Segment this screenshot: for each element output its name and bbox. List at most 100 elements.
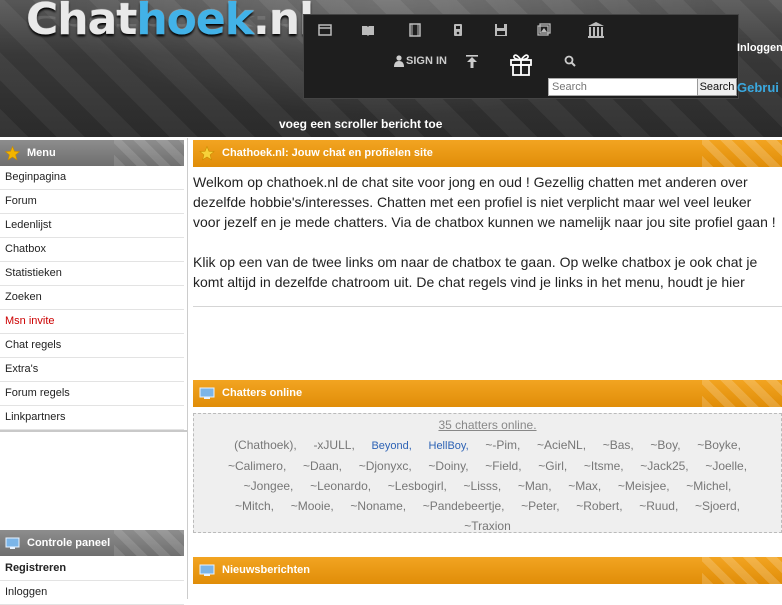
header-pattern [114,530,184,556]
chatter-list: (Chathoek), -xJULL, Beyond, HellBoy, ~-P… [194,435,781,536]
monitor-icon [5,537,20,549]
menu-divider [0,430,187,432]
site-logo[interactable]: Chathoek.nl [26,0,314,45]
upload-icon[interactable] [466,55,478,68]
chatter-link[interactable]: ~Traxion [464,519,511,533]
chatter-link[interactable]: ~Ruud, [639,499,678,513]
chatter-link[interactable]: ~Joelle, [705,459,747,473]
menu-item-forum-regels[interactable]: Forum regels [0,382,184,406]
save-icon[interactable] [494,23,508,37]
chatter-link[interactable]: ~Boyke, [697,438,741,452]
chatter-link[interactable]: ~Peter, [521,499,559,513]
chatter-link[interactable]: ~Pandebeertje, [423,499,505,513]
search-input[interactable] [548,78,700,96]
chatter-link[interactable]: ~Mooie, [291,499,334,513]
chatter-link[interactable]: ~Girl, [538,459,567,473]
chatter-link[interactable]: ~Daan, [303,459,342,473]
images-icon[interactable] [537,23,551,37]
chatter-link[interactable]: ~Max, [568,479,601,493]
menu-item-beginpagina[interactable]: Beginpagina [0,166,184,190]
chatter-link[interactable]: ~Boy, [650,438,680,452]
welcome-header: Chathoek.nl: Jouw chat en profielen site [193,140,782,167]
header-pattern [702,140,782,167]
menu-header: Menu [0,140,184,166]
bank-icon[interactable] [587,21,605,39]
news-header: Nieuwsberichten [193,557,782,584]
news-title: Nieuwsberichten [222,564,311,576]
menu-item-extras[interactable]: Extra's [0,358,184,382]
chatter-link[interactable]: ~AcieNL, [537,438,586,452]
chatter-link[interactable]: ~Calimero, [228,459,286,473]
chatter-link[interactable]: ~Meisjee, [618,479,670,493]
film-icon[interactable] [408,23,422,37]
header-pattern [114,140,184,166]
login-menu-link[interactable]: Inloggen [0,581,184,605]
chatter-link[interactable]: ~Man, [518,479,552,493]
online-count[interactable]: 35 chatters online. [194,415,781,435]
menu-item-zoeken[interactable]: Zoeken [0,286,184,310]
search-button[interactable]: Search [697,78,737,96]
gift-icon[interactable] [508,51,534,77]
device-icon[interactable] [451,23,465,37]
book-icon[interactable] [361,23,375,37]
menu-item-forum[interactable]: Forum [0,190,184,214]
chatter-link[interactable]: ~Robert, [576,499,622,513]
chatter-link[interactable]: ~Jack25, [640,459,688,473]
menu-item-chat-regels[interactable]: Chat regels [0,334,184,358]
welcome-divider [193,306,782,307]
control-panel-title: Controle paneel [27,537,111,549]
menu-item-chatbox[interactable]: Chatbox [0,238,184,262]
scroller-message-link[interactable]: voeg een scroller bericht toe [279,117,442,131]
menu-item-linkpartners[interactable]: Linkpartners [0,406,184,430]
window-icon[interactable] [318,23,332,37]
chatter-link[interactable]: ~-Pim, [485,438,520,452]
chatter-link[interactable]: ~Jongee, [244,479,294,493]
chatter-link[interactable]: ~Noname, [350,499,406,513]
search-icon[interactable] [564,55,576,67]
sidebar-border [187,138,188,599]
sign-in-link[interactable]: SIGN IN [394,55,447,68]
menu-item-msn-invite[interactable]: Msn invite [0,310,184,334]
control-panel-header: Controle paneel [0,530,184,556]
chatter-link[interactable]: ~Bas, [603,438,634,452]
logo-text-hoek: hoek [136,0,254,45]
chatter-link[interactable]: ~Doiny, [428,459,468,473]
chatter-link[interactable]: ~Lisss, [464,479,502,493]
chatter-link[interactable]: ~Sjoerd, [695,499,740,513]
login-link[interactable]: Inloggen ( [737,42,782,54]
chatter-link[interactable]: ~Michel, [686,479,731,493]
chatter-link[interactable]: HellBoy, [429,440,469,452]
sign-in-label: SIGN IN [406,55,447,67]
welcome-title: Chathoek.nl: Jouw chat en profielen site [222,147,433,159]
chatter-link[interactable]: ~Field, [485,459,521,473]
user-icon [394,55,404,68]
chatter-link[interactable]: (Chathoek), [234,438,297,452]
chatter-link[interactable]: -xJULL, [313,438,354,452]
control-panel-list: Registreren Inloggen [0,557,184,605]
chatter-link[interactable]: ~Itsme, [584,459,624,473]
chatters-online-header: Chatters online [193,380,782,407]
site-header: Chathoek.nl Chathoek.nl SIGN IN Search I… [0,0,782,137]
monitor-icon [199,387,215,399]
register-link[interactable]: Registreren [0,557,184,581]
star-icon [199,146,215,161]
logo-text-chat: Chat [26,0,137,45]
header-pattern [702,557,782,584]
username-label: Gebrui [737,80,779,95]
menu-list: Beginpagina Forum Ledenlijst Chatbox Sta… [0,166,184,430]
menu-title: Menu [27,147,56,159]
header-pattern [702,380,782,407]
welcome-paragraph-2: Klik op een van de twee links om naar de… [193,254,758,290]
chatter-link[interactable]: ~Djonyxc, [359,459,412,473]
monitor-icon [199,564,215,576]
welcome-text: Welkom op chathoek.nl de chat site voor … [193,172,782,307]
chatter-link[interactable]: ~Leonardo, [310,479,371,493]
chatter-link[interactable]: ~Lesbogirl, [388,479,447,493]
menu-item-statistieken[interactable]: Statistieken [0,262,184,286]
menu-item-ledenlijst[interactable]: Ledenlijst [0,214,184,238]
chatters-online-title: Chatters online [222,387,303,399]
chatter-link[interactable]: ~Mitch, [235,499,274,513]
welcome-paragraph-1: Welkom op chathoek.nl de chat site voor … [193,174,776,230]
star-icon [5,146,20,161]
chatter-link[interactable]: Beyond, [371,440,411,452]
